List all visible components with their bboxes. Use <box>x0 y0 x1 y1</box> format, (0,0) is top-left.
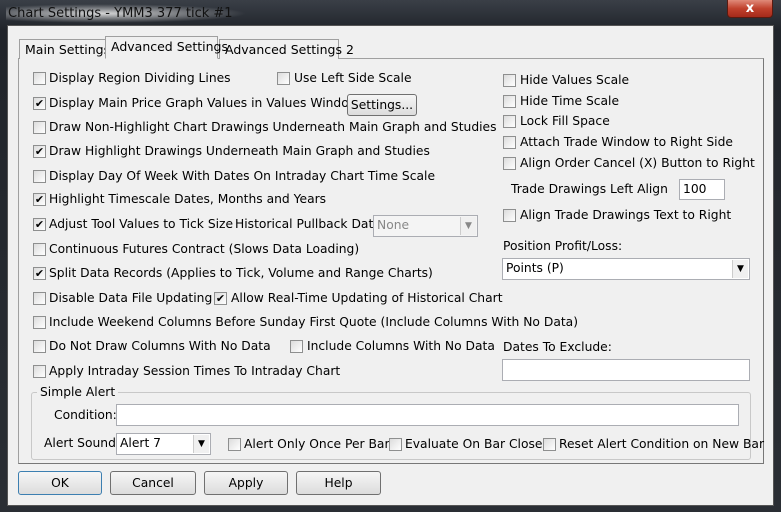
option-checkbox[interactable]: ✔ <box>33 193 46 206</box>
condition-label: Condition: <box>54 408 117 422</box>
right-option-label: Lock Fill Space <box>520 114 610 128</box>
chevron-down-icon: ▼ <box>460 217 476 235</box>
cancel-button[interactable]: Cancel <box>110 471 196 495</box>
right-option-label: Hide Time Scale <box>520 94 620 108</box>
apply-button[interactable]: Apply <box>204 471 288 495</box>
option-checkbox[interactable] <box>33 365 46 378</box>
alert-once-checkbox[interactable] <box>228 438 241 451</box>
position-pl-value: Points (P) <box>506 261 564 275</box>
align-trade-text-label: Align Trade Drawings Text to Right <box>520 208 732 222</box>
bar-close-label: Evaluate On Bar Close <box>405 437 543 451</box>
include-columns-label: Include Columns With No Data <box>307 339 495 353</box>
bar-close-checkbox[interactable] <box>389 438 402 451</box>
option-checkbox[interactable] <box>33 340 46 353</box>
allow-realtime-label: Allow Real-Time Updating of Historical C… <box>231 291 503 305</box>
use-left-side-scale-checkbox[interactable] <box>277 72 290 85</box>
option-checkbox[interactable]: ✔ <box>33 97 46 110</box>
condition-input[interactable] <box>116 404 739 426</box>
alert-once-label: Alert Only Once Per Bar <box>244 437 390 451</box>
tab-main-settings[interactable]: Main Settings <box>19 39 110 59</box>
option-label: Do Not Draw Columns With No Data <box>49 339 271 353</box>
alert-sound-select[interactable]: Alert 7 ▼ <box>116 433 211 455</box>
right-option-label: Align Order Cancel (X) Button to Right <box>520 156 755 170</box>
option-checkbox[interactable] <box>33 292 46 305</box>
dates-to-exclude-label: Dates To Exclude: <box>503 340 612 354</box>
historical-pullback-label: Historical Pullback Data: <box>235 217 385 231</box>
align-trade-text-checkbox[interactable] <box>503 209 516 222</box>
include-columns-checkbox[interactable] <box>290 340 303 353</box>
option-label: Display Region Dividing Lines <box>49 71 231 85</box>
historical-pullback-select[interactable]: None ▼ <box>373 215 478 237</box>
reset-alert-checkbox[interactable] <box>543 438 556 451</box>
option-checkbox[interactable]: ✔ <box>33 267 46 280</box>
option-label: Disable Data File Updating <box>49 291 213 305</box>
alert-sound-value: Alert 7 <box>120 436 162 450</box>
use-left-side-scale-label: Use Left Side Scale <box>294 71 412 85</box>
option-label: Display Day Of Week With Dates On Intrad… <box>49 169 436 183</box>
option-checkbox[interactable] <box>33 121 46 134</box>
option-checkbox[interactable] <box>33 72 46 85</box>
close-button[interactable]: x <box>727 0 773 18</box>
dates-to-exclude-input[interactable] <box>502 359 750 381</box>
option-checkbox[interactable] <box>33 170 46 183</box>
ok-button[interactable]: OK <box>18 471 102 495</box>
right-option-checkbox[interactable] <box>503 157 516 170</box>
option-label: Adjust Tool Values to Tick Size <box>49 217 234 231</box>
window-title: Chart Settings - YMM3 377 tick #1 <box>6 4 247 23</box>
chevron-down-icon: ▼ <box>193 435 209 453</box>
simple-alert-title: Simple Alert <box>37 385 119 399</box>
option-label: Continuous Futures Contract (Slows Data … <box>49 242 360 256</box>
trade-drawings-left-align-label: Trade Drawings Left Align <box>511 182 668 196</box>
settings-button[interactable]: Settings... <box>347 94 417 116</box>
trade-drawings-left-align-input[interactable]: 100 <box>679 179 725 200</box>
historical-pullback-value: None <box>377 218 410 232</box>
right-option-checkbox[interactable] <box>503 74 516 87</box>
position-pl-label: Position Profit/Loss: <box>503 239 623 253</box>
tab-advanced-settings-2[interactable]: Advanced Settings 2 <box>219 39 354 59</box>
option-label: Highlight Timescale Dates, Months and Ye… <box>49 192 327 206</box>
right-option-checkbox[interactable] <box>503 136 516 149</box>
alert-sound-label: Alert Sound: <box>44 436 121 450</box>
option-label: Draw Highlight Drawings Underneath Main … <box>49 144 430 158</box>
reset-alert-label: Reset Alert Condition on New Bar <box>559 437 765 451</box>
right-option-label: Hide Values Scale <box>520 73 630 87</box>
option-checkbox[interactable]: ✔ <box>33 145 46 158</box>
allow-realtime-checkbox[interactable]: ✔ <box>214 292 227 305</box>
right-option-label: Attach Trade Window to Right Side <box>520 135 733 149</box>
option-label: Display Main Price Graph Values in Value… <box>49 96 366 110</box>
option-label: Apply Intraday Session Times To Intraday… <box>49 364 341 378</box>
right-option-checkbox[interactable] <box>503 95 516 108</box>
option-label: Split Data Records (Applies to Tick, Vol… <box>49 266 433 280</box>
option-label: Draw Non-Highlight Chart Drawings Undern… <box>49 120 497 134</box>
option-checkbox[interactable]: ✔ <box>33 218 46 231</box>
chevron-down-icon: ▼ <box>732 260 748 278</box>
help-button[interactable]: Help <box>296 471 381 495</box>
option-checkbox[interactable] <box>33 316 46 329</box>
right-option-checkbox[interactable] <box>503 115 516 128</box>
option-label: Include Weekend Columns Before Sunday Fi… <box>49 315 579 329</box>
tab-advanced-settings[interactable]: Advanced Settings <box>105 36 228 59</box>
position-pl-select[interactable]: Points (P) ▼ <box>502 258 750 280</box>
option-checkbox[interactable] <box>33 243 46 256</box>
